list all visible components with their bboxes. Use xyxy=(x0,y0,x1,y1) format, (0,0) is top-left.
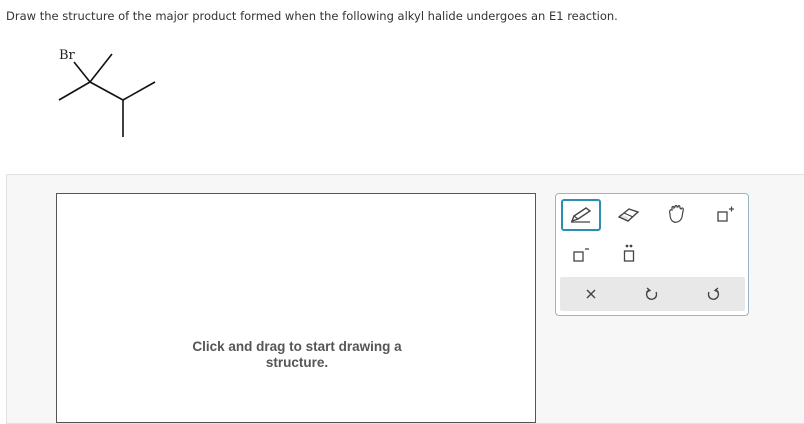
eraser-icon xyxy=(617,208,640,222)
bromine-label: Br xyxy=(59,48,76,63)
lone-pair-tool-button[interactable] xyxy=(609,238,649,270)
hand-drag-tool-button[interactable] xyxy=(657,199,697,231)
add-charge-icon xyxy=(717,206,734,222)
redo-button[interactable] xyxy=(693,278,733,310)
pencil-icon xyxy=(570,207,592,223)
canvas-hint-line-1: Click and drag to start drawing a xyxy=(192,339,402,354)
canvas-hint: Click and drag to start drawing a struct… xyxy=(57,339,537,371)
canvas-hint-line-2: structure. xyxy=(265,355,329,370)
hand-drag-icon xyxy=(669,205,684,223)
undo-button[interactable] xyxy=(632,278,672,310)
drawing-toolbox xyxy=(555,193,749,316)
subtract-charge-tool-button[interactable] xyxy=(561,238,601,270)
pencil-tool-button[interactable] xyxy=(561,199,601,231)
clear-button[interactable] xyxy=(571,278,611,310)
redo-icon xyxy=(707,287,720,300)
drawing-canvas[interactable]: Click and drag to start drawing a struct… xyxy=(56,193,536,423)
question-prompt: Draw the structure of the major product … xyxy=(6,9,618,23)
eraser-tool-button[interactable] xyxy=(609,199,649,231)
clear-x-icon xyxy=(586,289,596,299)
carbon-skeleton xyxy=(58,53,156,137)
undo-icon xyxy=(645,287,658,300)
add-charge-tool-button[interactable] xyxy=(705,199,745,231)
lone-pair-icon xyxy=(623,244,635,262)
alkyl-halide-structure: Br xyxy=(58,48,156,137)
subtract-charge-icon xyxy=(573,248,589,262)
